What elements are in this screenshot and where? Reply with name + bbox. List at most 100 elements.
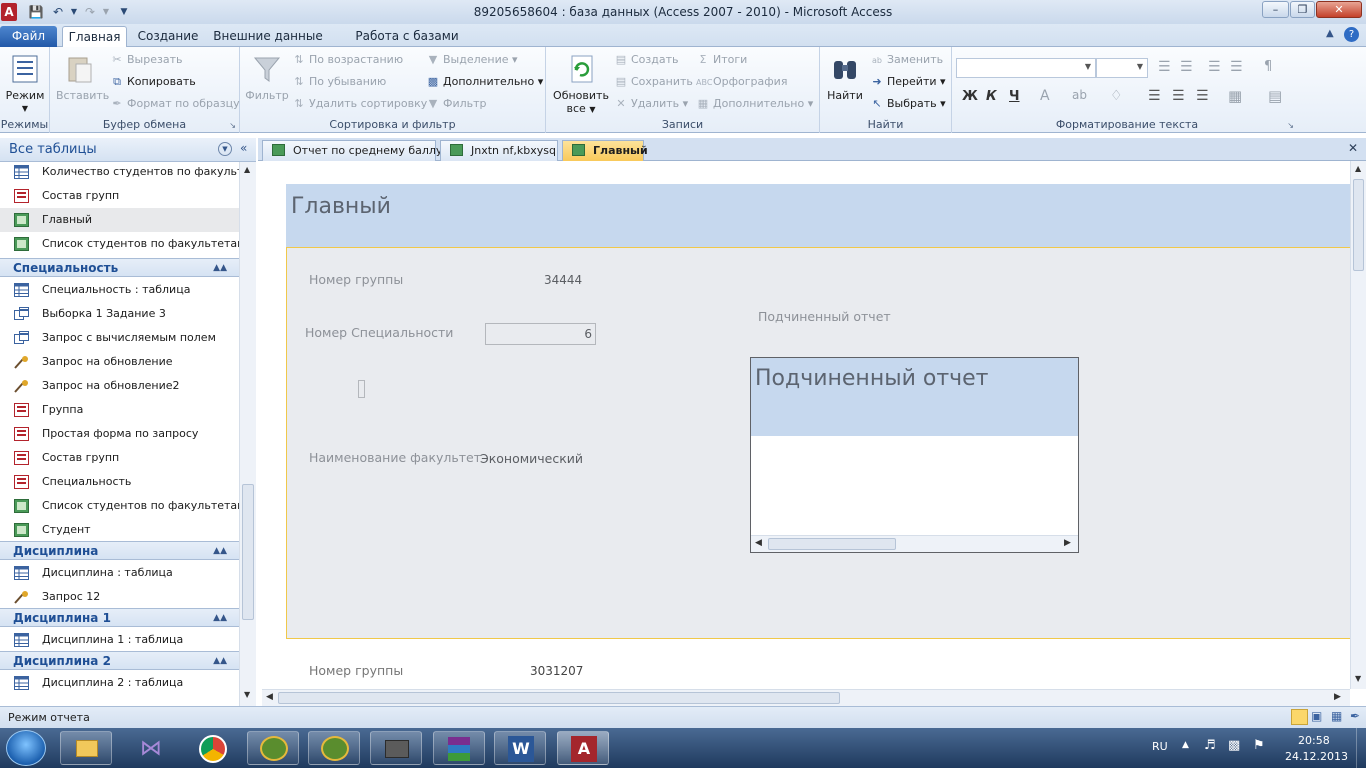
refresh-all-button[interactable]: Обновить все ▼	[550, 53, 612, 116]
report-scroll-up-icon[interactable]: ▲	[1355, 164, 1361, 173]
start-button[interactable]	[6, 730, 46, 766]
nav-item[interactable]: Группа	[0, 398, 239, 422]
gridlines-icon[interactable]: ▦	[1228, 87, 1242, 105]
view-button[interactable]: Режим ▼	[4, 53, 46, 115]
clock-time[interactable]: 20:58	[1298, 734, 1330, 747]
advanced-filter-button[interactable]: ▩ Дополнительно ▾	[426, 73, 543, 91]
tab-home[interactable]: Главная	[62, 26, 127, 48]
doc-tab-main[interactable]: Главный	[562, 140, 648, 161]
tab-create[interactable]: Создание	[136, 26, 200, 47]
cut-button[interactable]: ✂ Вырезать	[110, 51, 182, 69]
report-scroll-down-icon[interactable]: ▼	[1355, 674, 1361, 683]
close-document-icon[interactable]: ✕	[1348, 141, 1358, 155]
nav-item[interactable]: Главный	[0, 208, 239, 232]
nav-scrollbar[interactable]: ▲ ▼	[239, 162, 256, 706]
nav-item[interactable]: Состав групп	[0, 446, 239, 470]
sort-ascending-button[interactable]: ⇅ По возрастанию	[292, 51, 403, 69]
taskbar-explorer[interactable]	[60, 731, 112, 765]
subreport-frame[interactable]: Подчиненный отчет ◀ ▶	[750, 357, 1079, 553]
taskbar-chrome[interactable]	[186, 731, 238, 765]
clipboard-dialog-launcher-icon[interactable]: ↘	[229, 121, 236, 130]
toggle-filter-button[interactable]: ▼ Фильтр	[426, 95, 487, 113]
fill-color-icon[interactable]: ♢	[1110, 88, 1123, 104]
paste-button[interactable]: Вставить	[56, 53, 109, 102]
records-more-button[interactable]: ▦ Дополнительно ▾	[696, 95, 813, 113]
delete-record-button[interactable]: ✕ Удалить ▾	[614, 95, 688, 113]
filter-button[interactable]: Фильтр	[244, 53, 290, 102]
print-preview-icon[interactable]: ▣	[1311, 709, 1322, 723]
tab-file[interactable]: Файл	[0, 26, 57, 47]
taskbar-game-1[interactable]	[247, 731, 299, 765]
collapse-group-icon[interactable]: ▲▲	[213, 609, 227, 627]
nav-item[interactable]: Специальность : таблица	[0, 278, 239, 302]
font-color-icon[interactable]: A	[1040, 88, 1050, 104]
nav-item[interactable]: Запрос с вычисляемым полем	[0, 326, 239, 350]
report-scroll-right-icon[interactable]: ▶	[1334, 692, 1341, 702]
nav-item[interactable]: Простая форма по запросу	[0, 422, 239, 446]
nav-item[interactable]: Дисциплина 2 : таблица	[0, 671, 239, 695]
new-record-button[interactable]: ▤ Создать	[614, 51, 679, 69]
taskbar-word[interactable]: W	[494, 731, 546, 765]
align-left-icon[interactable]: ☰	[1148, 88, 1161, 104]
nav-scroll-up-icon[interactable]: ▲	[244, 165, 250, 174]
action-center-icon[interactable]: ⚑	[1253, 738, 1265, 753]
align-right-icon[interactable]: ☰	[1196, 88, 1209, 104]
italic-button[interactable]: К	[986, 89, 997, 104]
nav-item[interactable]: Список студентов по факультетам...	[0, 494, 239, 518]
underline-button[interactable]: Ч	[1009, 89, 1020, 104]
clock-date[interactable]: 24.12.2013	[1285, 750, 1348, 763]
nav-menu-dropdown-icon[interactable]: ▼	[218, 142, 232, 156]
collapse-group-icon[interactable]: ▲▲	[213, 652, 227, 670]
collapse-group-icon[interactable]: ▲▲	[213, 259, 227, 277]
bold-button[interactable]: Ж	[962, 89, 978, 104]
collapse-group-icon[interactable]: ▲▲	[213, 542, 227, 560]
copy-button[interactable]: ⧉ Копировать	[110, 73, 196, 91]
close-button[interactable]: ✕	[1316, 1, 1362, 18]
network-icon[interactable]: ▩	[1228, 738, 1240, 753]
nav-item[interactable]: Студент	[0, 518, 239, 542]
nav-item[interactable]: Выборка 1 Задание 3	[0, 302, 239, 326]
language-indicator[interactable]: RU	[1152, 740, 1168, 753]
nav-item[interactable]: Дисциплина 1 : таблица	[0, 628, 239, 652]
nav-item[interactable]: Список студентов по факультетам...	[0, 232, 239, 256]
report-vscrollbar[interactable]: ▲ ▼	[1350, 161, 1366, 689]
nav-item[interactable]: Дисциплина : таблица	[0, 561, 239, 585]
text-formatting-dialog-launcher-icon[interactable]: ↘	[1287, 121, 1294, 130]
taskbar-visual-studio[interactable]: ⋈	[126, 731, 178, 765]
report-hscrollbar[interactable]: ◀ ▶	[262, 689, 1350, 706]
navigation-pane-header[interactable]: Все таблицы ▼ «	[0, 138, 256, 162]
maximize-button[interactable]: ❐	[1290, 1, 1315, 18]
subreport-hscrollbar[interactable]: ◀ ▶	[751, 535, 1078, 552]
doc-tab-average-report[interactable]: Отчет по среднему баллу	[262, 140, 442, 161]
nav-item[interactable]: Состав групп	[0, 184, 239, 208]
numbering-icon[interactable]: ☰	[1180, 59, 1193, 75]
replace-button[interactable]: ab Заменить	[870, 51, 943, 69]
design-view-icon[interactable]: ✒	[1350, 709, 1360, 723]
totals-button[interactable]: Σ Итоги	[696, 51, 748, 69]
report-hscroll-thumb[interactable]	[278, 692, 840, 704]
taskbar-app-printer[interactable]	[370, 731, 422, 765]
volume-icon[interactable]: ♬	[1204, 738, 1216, 753]
spelling-button[interactable]: ABCОрфография	[696, 73, 787, 91]
align-center-icon[interactable]: ☰	[1172, 88, 1185, 104]
bullets-icon[interactable]: ☰	[1158, 59, 1171, 75]
nav-group-header[interactable]: Дисциплина 2 ▲▲	[0, 651, 239, 670]
remove-sort-button[interactable]: ⇅ Удалить сортировку	[292, 95, 427, 113]
paragraph-direction-icon[interactable]: ¶	[1264, 59, 1272, 74]
alternate-row-color-icon[interactable]: ▤	[1268, 87, 1282, 105]
nav-scroll-thumb[interactable]	[242, 484, 254, 620]
taskbar-access[interactable]: A	[557, 731, 609, 765]
nav-item[interactable]: Количество студентов по факульт...	[0, 162, 239, 184]
subreport-scroll-thumb[interactable]	[768, 538, 896, 550]
subreport-scroll-left-icon[interactable]: ◀	[755, 538, 762, 548]
collapse-ribbon-icon[interactable]: ▲	[1326, 28, 1334, 39]
font-name-dropdown[interactable]: ▼	[956, 58, 1096, 78]
collapse-nav-pane-icon[interactable]: «	[240, 141, 247, 155]
select-button[interactable]: ↖ Выбрать ▾	[870, 95, 945, 113]
format-painter-button[interactable]: ✒ Формат по образцу	[110, 95, 239, 113]
minimize-button[interactable]: –	[1262, 1, 1289, 18]
show-desktop-button[interactable]	[1356, 728, 1366, 768]
nav-group-header[interactable]: Специальность ▲▲	[0, 258, 239, 277]
nav-group-header[interactable]: Дисциплина 1 ▲▲	[0, 608, 239, 627]
report-view-icon[interactable]	[1291, 709, 1308, 725]
